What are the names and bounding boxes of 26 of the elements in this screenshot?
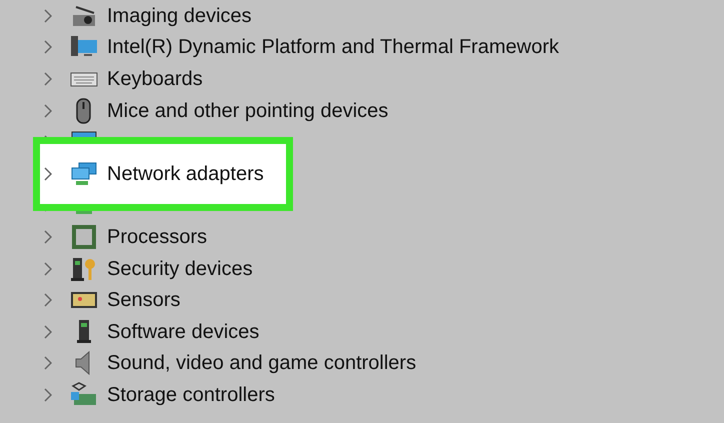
tree-item-label[interactable]: Processors xyxy=(107,226,208,247)
tree-item-label[interactable]: Sound, video and game controllers xyxy=(107,353,416,374)
chip-icon xyxy=(70,224,98,250)
tree-item-label[interactable]: Software devices xyxy=(107,322,260,342)
tree-item-label[interactable]: Intel(R) Dynamic Platform and Thermal Framework xyxy=(107,37,559,58)
chevron-icon[interactable] xyxy=(44,388,52,402)
tree-item-label[interactable]: Network adapters xyxy=(107,164,264,184)
chevron-icon[interactable] xyxy=(44,230,52,244)
tree-item-label[interactable]: Imaging devices xyxy=(107,6,252,26)
tree-item-label[interactable]: Security devices xyxy=(107,258,253,279)
chevron-icon[interactable] xyxy=(44,40,52,54)
chevron-icon[interactable] xyxy=(44,8,52,23)
chevron-icon[interactable] xyxy=(44,72,52,86)
chevron-icon[interactable] xyxy=(44,356,52,370)
tree-item-label[interactable]: Mice and other pointing devices xyxy=(107,100,388,121)
tree-item-label[interactable]: Storage controllers xyxy=(107,384,275,405)
security-device-icon xyxy=(70,256,98,282)
chevron-icon[interactable] xyxy=(44,293,52,308)
chevron-icon[interactable] xyxy=(44,324,52,339)
chevron-icon[interactable] xyxy=(44,166,52,181)
network-icon xyxy=(70,160,98,187)
storage-icon xyxy=(70,382,98,408)
chevron-icon[interactable] xyxy=(44,104,52,118)
chevron-icon[interactable] xyxy=(44,262,52,276)
tree-item-label[interactable]: Keyboards xyxy=(107,68,203,89)
tree-item-label[interactable]: Sensors xyxy=(107,290,180,310)
